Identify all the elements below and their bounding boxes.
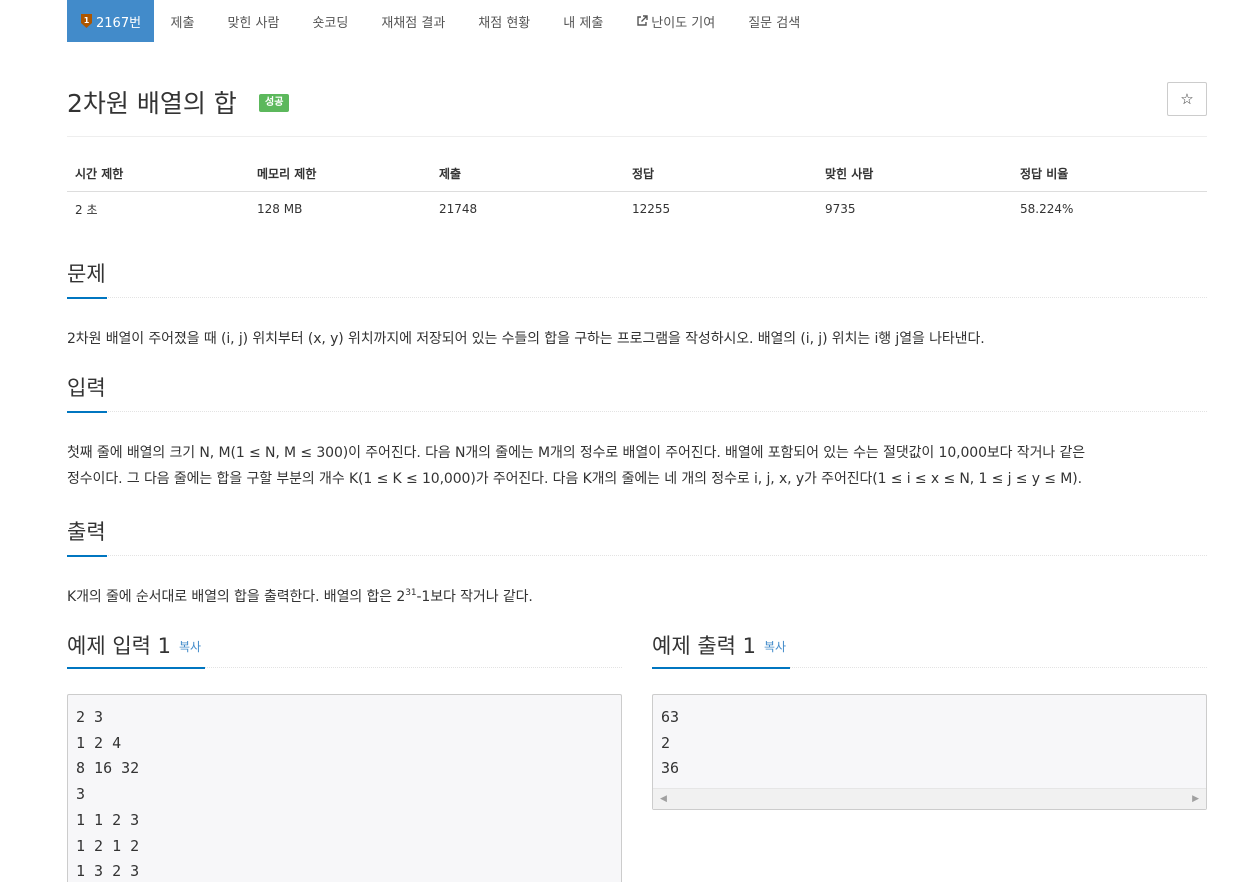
tab-rejudge-results[interactable]: 재채점 결과 [365, 0, 462, 42]
description-section: 문제 2차원 배열이 주어졌을 때 (i, j) 위치부터 (x, y) 위치까… [67, 258, 1207, 352]
tab-question-search[interactable]: 질문 검색 [732, 0, 817, 42]
sample-input-heading-text: 예제 입력 1 [67, 634, 171, 658]
tab-submit-label: 제출 [170, 15, 195, 31]
output-header: 출력 [67, 516, 1207, 557]
sample-input-heading: 예제 입력 1 복사 [67, 630, 201, 660]
sample-output-header: 예제 출력 1 복사 [652, 630, 1207, 669]
output-text: K개의 줄에 순서대로 배열의 합을 출력한다. 배열의 합은 231-1보다 … [67, 584, 1207, 610]
input-text: 첫째 줄에 배열의 크기 N, M(1 ≤ N, M ≤ 300)이 주어진다.… [67, 440, 1207, 492]
output-exponent: 31 [405, 588, 417, 598]
favorite-button[interactable]: ☆ [1167, 82, 1207, 116]
sample-output-wrapper: 63 2 36 ◀ ▶ [652, 694, 1207, 810]
value-accept-ratio: 58.224% [1020, 202, 1074, 217]
svg-text:1: 1 [84, 16, 90, 25]
sample-input-header: 예제 입력 1 복사 [67, 630, 622, 669]
horizontal-scrollbar[interactable]: ◀ ▶ [653, 788, 1206, 809]
description-text: 2차원 배열이 주어졌을 때 (i, j) 위치부터 (x, y) 위치까지에 … [67, 331, 985, 347]
sample-output-heading-text: 예제 출력 1 [652, 634, 756, 658]
output-heading: 출력 [67, 520, 106, 544]
table-row: 2 초 128 MB 21748 12255 9735 58.224% [67, 191, 1207, 227]
tab-my-submissions[interactable]: 내 제출 [547, 0, 620, 42]
description-header: 문제 [67, 258, 1207, 299]
problem-title: 2차원 배열의 합 [67, 89, 237, 118]
tab-solved-users[interactable]: 맞힌 사람 [211, 0, 296, 42]
value-memory-limit: 128 MB [257, 202, 303, 217]
sample-input-box[interactable]: 2 3 1 2 4 8 16 32 3 1 1 2 3 1 2 1 2 1 3 … [67, 694, 622, 882]
tier-bronze-icon: 1 [80, 13, 93, 29]
value-accepted: 12255 [632, 202, 671, 217]
tab-judge-status-label: 채점 현황 [478, 15, 531, 31]
input-text-line-1: 첫째 줄에 배열의 크기 N, M(1 ≤ N, M ≤ 300)이 주어진다.… [67, 445, 1086, 461]
tab-my-submissions-label: 내 제출 [563, 15, 604, 31]
tab-question-search-label: 질문 검색 [748, 15, 801, 31]
header-accept-ratio: 정답 비율 [1012, 157, 1207, 192]
tab-short-coding[interactable]: 숏코딩 [296, 0, 365, 42]
copy-sample-output-link[interactable]: 복사 [764, 640, 786, 654]
header-submissions: 제출 [431, 157, 624, 192]
sample-output-section: 예제 출력 1 복사 63 2 36 ◀ ▶ [652, 630, 1207, 810]
header-time-limit: 시간 제한 [67, 157, 249, 192]
sample-input-underline [67, 667, 205, 669]
tab-submit[interactable]: 제출 [154, 0, 211, 42]
header-accepted: 정답 [624, 157, 817, 192]
tab-problem-label: 2167번 [96, 15, 142, 31]
sample-output-underline [652, 667, 790, 669]
problem-header: 2차원 배열의 합 성공 ☆ [67, 82, 1207, 137]
table-header-row: 시간 제한 메모리 제한 제출 정답 맞힌 사람 정답 비율 [67, 157, 1207, 192]
external-link-icon [636, 15, 648, 27]
value-time-limit: 2 초 [75, 202, 98, 217]
output-underline [67, 555, 107, 557]
star-outline-icon: ☆ [1180, 90, 1194, 108]
header-solved-users: 맞힌 사람 [817, 157, 1012, 192]
scroll-right-arrow-icon[interactable]: ▶ [1192, 794, 1199, 804]
output-text-after: -1보다 작거나 같다. [416, 589, 533, 605]
problem-menu: 1 2167번 제출 맞힌 사람 숏코딩 재채점 결과 채점 현황 내 제출 난… [67, 0, 817, 42]
tab-problem[interactable]: 1 2167번 [67, 0, 155, 42]
input-heading: 입력 [67, 376, 106, 400]
status-badge: 성공 [259, 94, 290, 112]
scroll-left-arrow-icon[interactable]: ◀ [660, 794, 667, 804]
value-submissions: 21748 [439, 202, 478, 217]
input-header: 입력 [67, 372, 1207, 413]
tab-short-coding-label: 숏코딩 [312, 15, 349, 31]
description-underline [67, 297, 107, 299]
output-section: 출력 K개의 줄에 순서대로 배열의 합을 출력한다. 배열의 합은 231-1… [67, 516, 1207, 610]
sample-input-section: 예제 입력 1 복사 2 3 1 2 4 8 16 32 3 1 1 2 3 1 … [67, 630, 622, 882]
header-memory-limit: 메모리 제한 [249, 157, 431, 192]
copy-sample-input-link[interactable]: 복사 [179, 640, 201, 654]
input-section: 입력 첫째 줄에 배열의 크기 N, M(1 ≤ N, M ≤ 300)이 주어… [67, 372, 1207, 492]
input-text-line-2: 정수이다. 그 다음 줄에는 합을 구할 부분의 개수 K(1 ≤ K ≤ 10… [67, 471, 1082, 487]
output-text-before: K개의 줄에 순서대로 배열의 합을 출력한다. 배열의 합은 2 [67, 589, 406, 605]
tab-difficulty-contribution[interactable]: 난이도 기여 [620, 0, 732, 42]
tab-difficulty-contribution-label: 난이도 기여 [651, 15, 716, 31]
tab-rejudge-results-label: 재채점 결과 [381, 15, 446, 31]
sample-output-heading: 예제 출력 1 복사 [652, 630, 786, 660]
tab-judge-status[interactable]: 채점 현황 [462, 0, 547, 42]
description-heading: 문제 [67, 262, 106, 286]
input-underline [67, 411, 107, 413]
problem-info-table: 시간 제한 메모리 제한 제출 정답 맞힌 사람 정답 비율 2 초 128 M… [67, 157, 1207, 227]
value-solved-users: 9735 [825, 202, 856, 217]
tab-solved-users-label: 맞힌 사람 [227, 15, 280, 31]
